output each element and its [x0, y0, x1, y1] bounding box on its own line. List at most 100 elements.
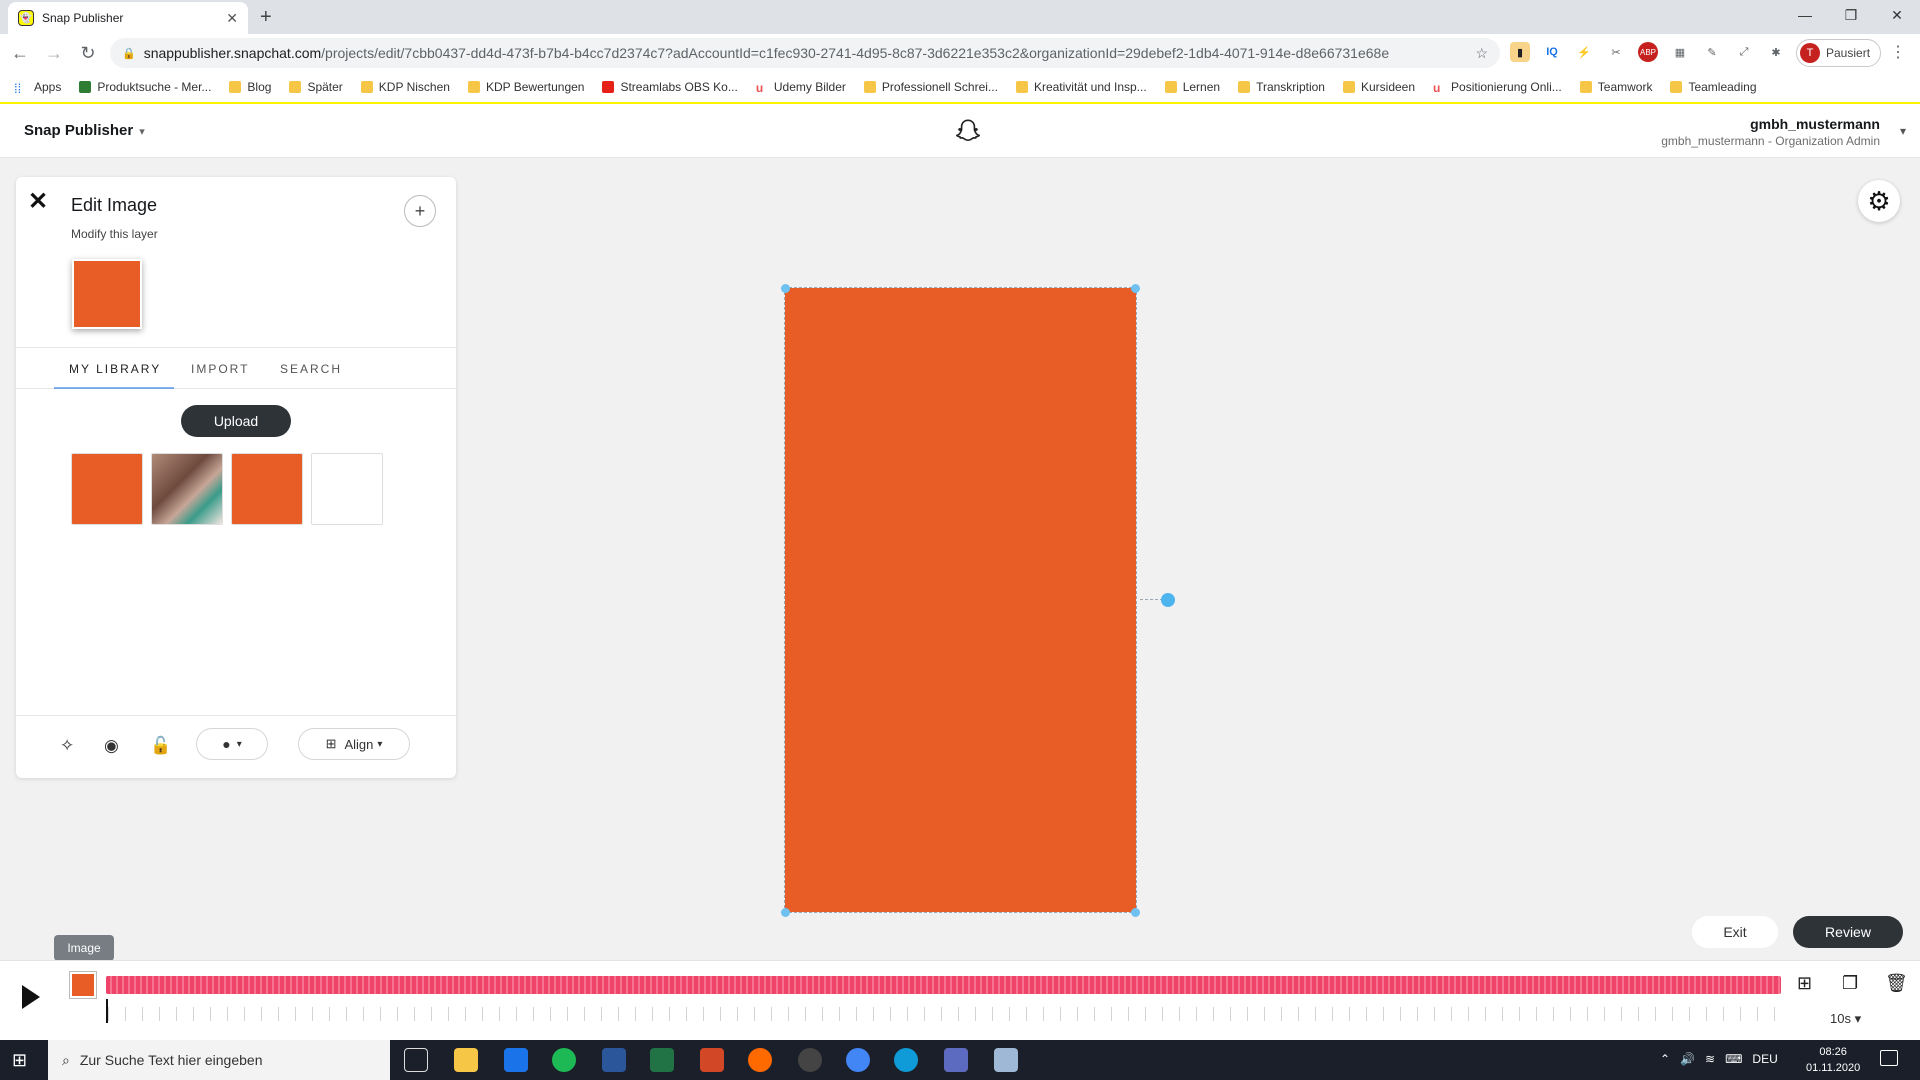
chevron-down-icon[interactable]: ▾ [1900, 124, 1906, 138]
bookmark-item[interactable]: Transkription [1238, 80, 1325, 94]
resize-handle[interactable] [781, 908, 790, 917]
volume-icon[interactable]: 🔊 [1680, 1052, 1695, 1066]
powerpoint-icon[interactable] [700, 1048, 724, 1072]
browser-tab[interactable]: 👻 Snap Publisher ✕ [8, 2, 248, 34]
align-grid-icon: ⊞ [325, 736, 337, 751]
panel-subtitle: Modify this layer [71, 227, 158, 241]
mail-icon[interactable] [504, 1048, 528, 1072]
close-tab-icon[interactable]: ✕ [226, 10, 238, 27]
taskbar-search-input[interactable]: ⌕ Zur Suche Text hier eingeben [48, 1040, 390, 1080]
eye-icon[interactable]: ◉ [104, 736, 119, 756]
library-thumbnail[interactable] [231, 453, 303, 525]
restore-icon[interactable]: ❐ [1828, 0, 1874, 30]
word-icon[interactable] [602, 1048, 626, 1072]
excel-icon[interactable] [650, 1048, 674, 1072]
bookmark-item[interactable]: Kursideen [1342, 80, 1415, 94]
obs-icon[interactable] [798, 1048, 822, 1072]
align-dropdown[interactable]: ⊞ Align ▾ [298, 728, 410, 760]
add-layer-button[interactable]: + [404, 195, 436, 227]
library-tabs: MY LIBRARY IMPORT SEARCH [16, 347, 456, 389]
tab-import[interactable]: IMPORT [191, 362, 249, 376]
bookmark-item[interactable]: Teamleading [1670, 80, 1757, 94]
user-menu[interactable]: gmbh_mustermann gmbh_mustermann - Organi… [1661, 116, 1880, 148]
extension-icon[interactable]: ✂ [1606, 42, 1626, 62]
bookmark-item[interactable]: KDP Nischen [360, 80, 450, 94]
username: gmbh_mustermann [1750, 116, 1880, 132]
extension-icon[interactable]: ▮ [1510, 42, 1530, 62]
add-folder-icon[interactable]: ⊞ [1797, 973, 1812, 994]
canvas-image-layer[interactable] [784, 287, 1137, 913]
magic-wand-icon[interactable]: ✧ [60, 736, 74, 756]
browser-menu-icon[interactable]: ⋮ [1890, 42, 1906, 62]
profile-button[interactable]: T Pausiert [1796, 39, 1882, 67]
resize-handle[interactable] [781, 284, 790, 293]
close-window-icon[interactable]: ✕ [1874, 0, 1920, 30]
layer-track[interactable] [106, 976, 1781, 994]
app-icon[interactable] [944, 1048, 968, 1072]
bookmark-apps[interactable]: ⁞⁞ Apps [14, 80, 61, 96]
bookmark-item[interactable]: KDP Bewertungen [467, 80, 584, 94]
firefox-icon[interactable] [748, 1048, 772, 1072]
bookmark-item[interactable]: Kreativität und Insp... [1015, 80, 1147, 94]
exit-button[interactable]: Exit [1692, 916, 1778, 948]
adblock-icon[interactable]: ABP [1638, 42, 1658, 62]
eyedropper-icon[interactable]: ✎ [1702, 42, 1722, 62]
bookmark-item[interactable]: Blog [229, 80, 271, 94]
app-switcher[interactable]: Snap Publisher ▾ [24, 122, 145, 139]
back-icon[interactable]: ← [6, 43, 34, 64]
chrome-icon[interactable] [846, 1048, 870, 1072]
clock[interactable]: 08:26 01.11.2020 [1806, 1044, 1860, 1076]
library-thumbnail[interactable] [311, 453, 383, 525]
bookmark-item[interactable]: Lernen [1164, 80, 1220, 94]
resize-handle[interactable] [1131, 284, 1140, 293]
bookmark-item[interactable]: Später [289, 80, 343, 94]
bookmark-item[interactable]: u Positionierung Onli... [1433, 80, 1562, 95]
spotify-icon[interactable] [552, 1048, 576, 1072]
library-thumbnail[interactable] [151, 453, 223, 525]
file-explorer-icon[interactable] [454, 1048, 478, 1072]
windows-start-icon[interactable]: ⊞ [12, 1050, 27, 1071]
keyboard-icon[interactable]: ⌨ [1725, 1052, 1742, 1066]
bookmark-star-icon[interactable]: ☆ [1475, 45, 1488, 62]
timeline-layer-thumbnail[interactable] [70, 972, 96, 998]
language-indicator[interactable]: DEU [1752, 1052, 1777, 1066]
bookmark-item[interactable]: u Udemy Bilder [756, 80, 846, 95]
app-icon[interactable] [994, 1048, 1018, 1072]
extension-grid-icon[interactable]: ▦ [1670, 42, 1690, 62]
rotation-handle[interactable] [1161, 593, 1175, 607]
new-tab-icon[interactable]: + [260, 6, 272, 29]
puzzle-icon[interactable]: ✱ [1766, 42, 1786, 62]
chevron-up-icon[interactable]: ⌃ [1660, 1052, 1670, 1066]
wifi-icon[interactable]: ≋ [1705, 1052, 1715, 1066]
forward-icon[interactable]: → [40, 43, 68, 64]
notification-icon[interactable] [1880, 1050, 1898, 1066]
bookmark-item[interactable]: Produktsuche - Mer... [79, 80, 211, 94]
playhead[interactable] [106, 999, 108, 1023]
edge-icon[interactable] [894, 1048, 918, 1072]
resize-handle[interactable] [1131, 908, 1140, 917]
trash-icon[interactable]: 🗑 [1885, 973, 1908, 994]
reload-icon[interactable]: ↻ [74, 43, 102, 64]
extension-iq-icon[interactable]: IQ [1542, 42, 1562, 62]
url-input[interactable]: 🔒 snappublisher.snapchat.com /projects/e… [110, 38, 1500, 68]
fullscreen-icon[interactable]: ⤢ [1734, 42, 1754, 62]
tab-my-library[interactable]: MY LIBRARY [69, 362, 161, 376]
color-dropdown[interactable]: ● ▾ [196, 728, 268, 760]
duration-dropdown[interactable]: 10s ▾ [1830, 1011, 1861, 1027]
close-icon[interactable]: ✕ [28, 187, 48, 216]
review-button[interactable]: Review [1793, 916, 1903, 948]
bookmark-item[interactable]: Professionell Schrei... [863, 80, 998, 94]
upload-button[interactable]: Upload [181, 405, 291, 437]
bookmark-item[interactable]: Teamwork [1579, 80, 1652, 94]
minimize-icon[interactable]: — [1782, 0, 1828, 30]
unlock-icon[interactable]: 🔓 [150, 736, 171, 756]
play-icon[interactable] [22, 985, 40, 1009]
folder-icon [1670, 81, 1683, 93]
task-view-icon[interactable] [404, 1048, 428, 1072]
settings-gear-icon[interactable]: ⚙ [1858, 180, 1900, 222]
bookmark-item[interactable]: Streamlabs OBS Ko... [602, 80, 738, 94]
tab-search[interactable]: SEARCH [280, 362, 342, 376]
library-thumbnail[interactable] [71, 453, 143, 525]
extension-icon[interactable]: ⚡ [1574, 42, 1594, 62]
duplicate-icon[interactable]: ❐ [1842, 973, 1858, 994]
